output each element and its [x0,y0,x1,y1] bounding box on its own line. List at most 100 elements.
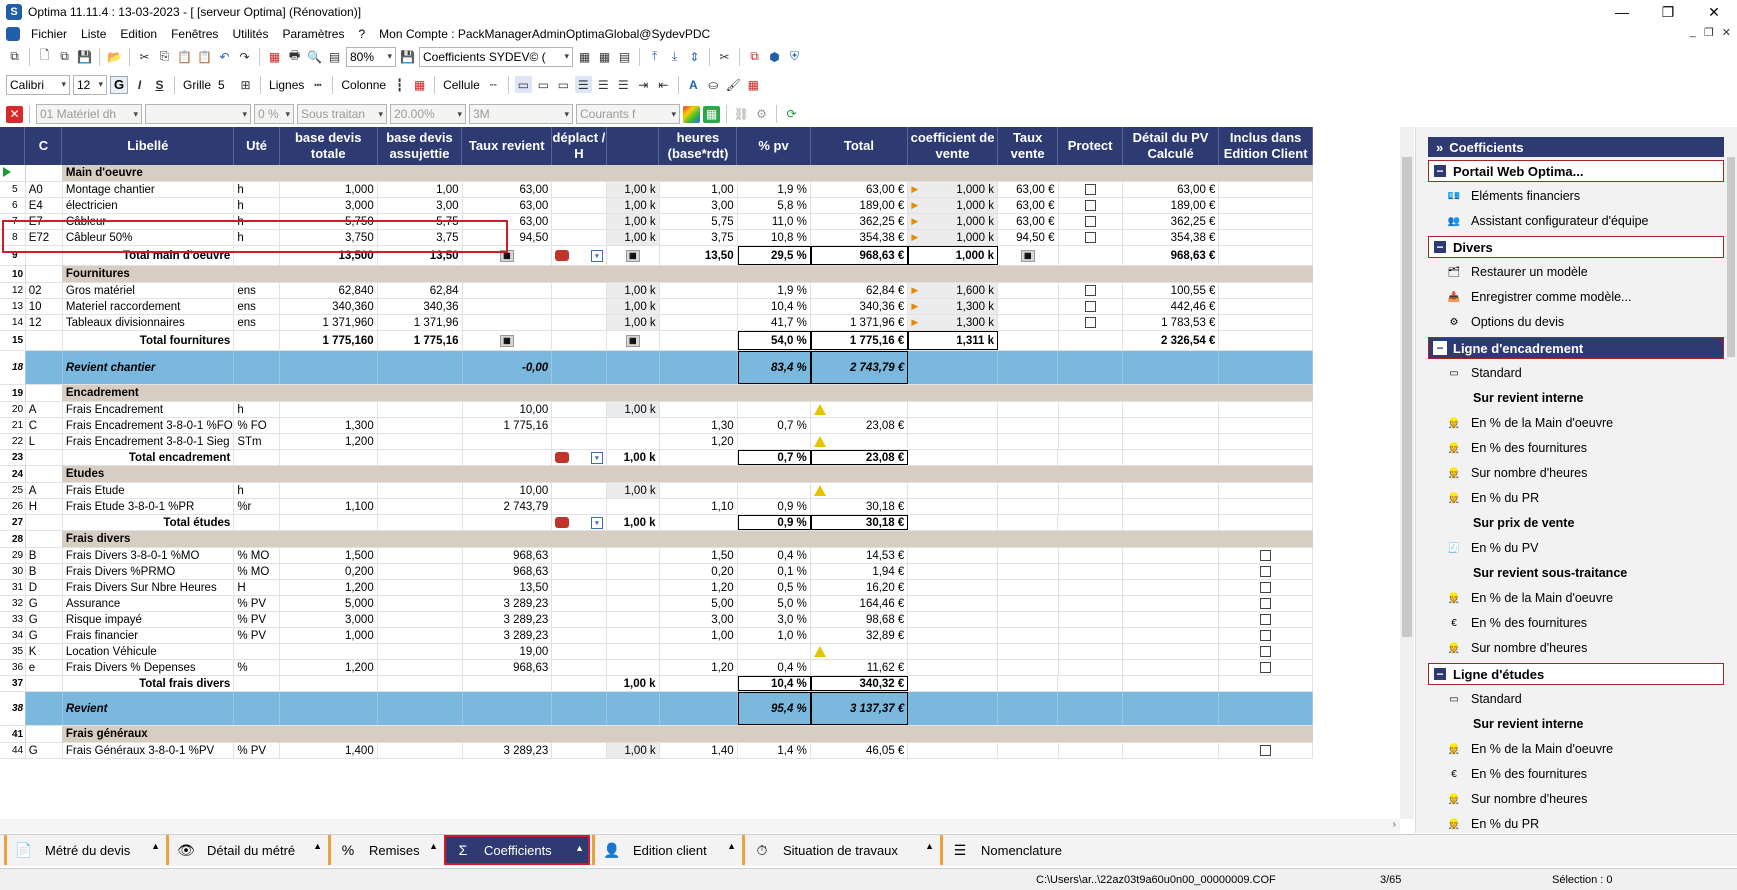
cell-n[interactable]: 24 [0,466,26,482]
cell-tot[interactable]: 46,05 € [811,743,909,758]
cell-tr[interactable] [463,283,553,298]
tab-5[interactable]: ⏱ Situation de travaux ▲ [742,835,938,865]
cell-inc[interactable] [1219,564,1313,579]
cell-c[interactable]: K [26,644,63,659]
cell-hr[interactable] [660,165,738,181]
cell-tv[interactable] [998,531,1059,547]
cell-bda[interactable]: 62,84 [378,283,463,298]
cell-tot[interactable]: 362,25 € [811,214,909,229]
cell-det[interactable]: 968,63 € [1123,246,1220,265]
cell-tv[interactable] [998,676,1059,691]
menu-parametres[interactable]: Paramètres [275,27,351,41]
cell-pv[interactable]: 10,4 % [738,299,811,314]
cell-lib[interactable]: Montage chantier [63,182,235,197]
panel-item[interactable]: ▭ Standard [1446,362,1521,384]
cell-cv[interactable] [908,596,999,611]
cell-ute[interactable]: % MO [234,548,281,563]
cell-tv[interactable] [998,612,1059,627]
bold-button[interactable]: G [110,75,128,94]
cell-tot[interactable]: 63,00 € [811,182,909,197]
cell-tv[interactable] [998,385,1059,401]
cell-cv[interactable] [908,644,999,659]
panel-item[interactable]: 👷 En % des fournitures [1446,437,1587,459]
cell-prot[interactable] [1059,385,1123,401]
cell-bdt[interactable] [280,644,378,659]
cell-n[interactable]: 36 [0,660,26,675]
cell-lib[interactable]: Total encadrement [63,450,235,465]
cell-det[interactable]: 63,00 € [1123,182,1220,197]
cell-dep[interactable] [552,418,607,433]
cell-hr[interactable] [660,466,738,482]
indent-icon[interactable]: ⇥ [635,76,652,93]
cell-bdt[interactable] [280,692,378,725]
cell-tv[interactable]: 63,00 € [998,198,1059,213]
cell-cv[interactable]: ▶ 1,300 k [908,315,999,330]
table-row[interactable]: 5 A0 Montage chantier h 1,000 1,00 63,00 1,00 … [0,182,1313,198]
cell-lib[interactable]: Materiel raccordement [63,299,235,314]
cell-prot[interactable] [1059,165,1123,181]
materiel-select[interactable]: 01 Matériel dh ▾ [36,104,142,124]
cell-bda[interactable] [378,418,463,433]
table-row[interactable]: 20 A Frais Encadrement h 10,00 1,00 k [0,402,1313,418]
link-icon[interactable]: ⛓ [733,106,750,123]
cell-det[interactable]: 1 783,53 € [1123,315,1220,330]
cell-k[interactable] [607,165,660,181]
cell-prot[interactable] [1058,515,1123,530]
panel-scrollbar[interactable] [1725,137,1737,827]
protect-checkbox[interactable] [1084,200,1096,211]
cell-cv[interactable] [908,266,999,282]
cell-ute[interactable]: ens [234,283,281,298]
mdi-restore-icon[interactable]: ❐ [1704,26,1714,39]
cell-pv[interactable]: 10,4 % [737,676,811,691]
cell-hr[interactable] [660,515,738,530]
header-1[interactable]: Libellé [62,127,235,165]
table-row[interactable]: 21 C Frais Encadrement 3-8-0-1 %FO % FO 1,30… [0,418,1313,434]
cell-bdt[interactable]: 1,300 [280,418,378,433]
cell-det[interactable] [1123,385,1220,401]
cell-ute[interactable]: % [234,660,281,675]
cell-c[interactable]: A [26,483,63,498]
cell-pv[interactable]: 0,9 % [738,499,811,514]
minimize-icon[interactable]: — [1599,0,1645,24]
align-left-icon[interactable]: ☰ [574,76,592,93]
cell-inc[interactable] [1219,198,1313,213]
cell-bda[interactable]: 1 775,16 [378,331,463,350]
cell-c[interactable] [25,266,63,282]
table-icon[interactable]: ▦ [596,48,613,65]
cell-k[interactable] [607,548,660,563]
cell-tot[interactable] [811,466,909,482]
cell-hr[interactable] [660,299,738,314]
cell-cv[interactable] [908,628,999,643]
panel-item[interactable]: 👷 En % de la Main d'oeuvre [1446,587,1613,609]
cell-tr[interactable] [463,676,553,691]
cell-dep[interactable] [552,548,607,563]
cell-n[interactable]: 5 [0,182,26,197]
cell-pv[interactable]: 3,0 % [738,612,811,627]
cell-bdt[interactable] [280,165,378,181]
cell-pv[interactable]: 1,0 % [738,628,811,643]
cell-bdt[interactable]: 1,200 [280,660,378,675]
color-grid-icon[interactable] [683,105,700,123]
cell-bda[interactable] [378,466,463,482]
cell-n[interactable]: 37 [0,676,26,691]
panel-item[interactable]: 👷 Sur nombre d'heures [1446,462,1588,484]
cell-k[interactable] [607,596,660,611]
panel-item[interactable]: Sur revient sous-traitance [1473,562,1627,584]
cell-k[interactable] [607,466,660,482]
protect-checkbox[interactable] [1084,232,1096,243]
cell-pv[interactable]: 0,5 % [738,580,811,595]
calc-icon[interactable]: ▦ [576,48,593,65]
tab-0[interactable]: 📄 Métré du devis ▲ [4,835,164,865]
cell-det[interactable] [1123,676,1220,691]
cell-tr[interactable] [463,434,553,449]
cell-hr[interactable] [660,726,738,742]
cell-tr[interactable]: 1 775,16 [463,418,553,433]
cell-tr[interactable]: 2 743,79 [463,499,553,514]
cell-inc[interactable] [1219,351,1313,384]
font-size-select[interactable]: 12 ▾ [73,74,107,95]
cell-tot[interactable]: 11,62 € [811,660,909,675]
cell-prot[interactable] [1059,331,1123,350]
cell-bda[interactable] [378,676,463,691]
panel-item[interactable]: Sur revient interne [1473,713,1583,735]
cell-prot[interactable] [1058,692,1123,725]
